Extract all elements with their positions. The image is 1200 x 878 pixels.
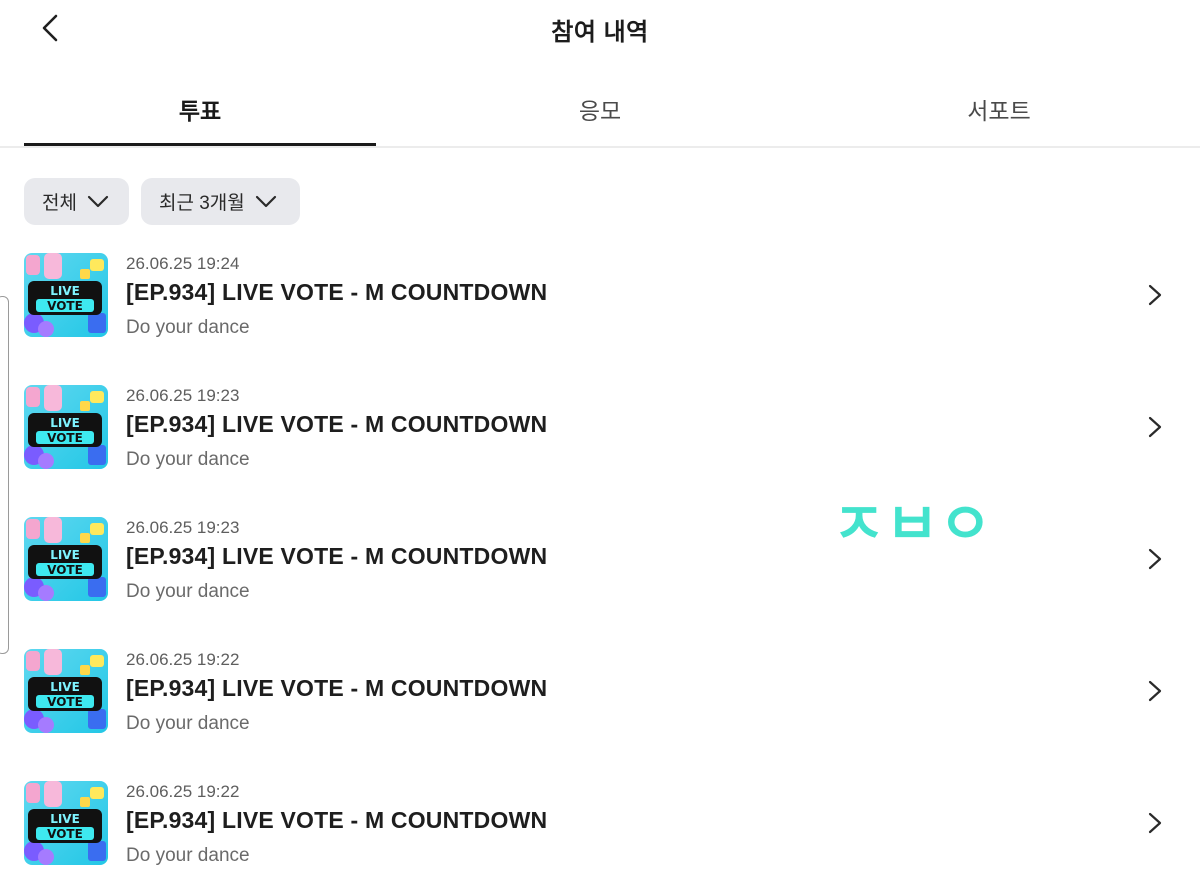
- tab-vote[interactable]: 투표: [24, 92, 376, 126]
- vote-title: [EP.934] LIVE VOTE - M COUNTDOWN: [126, 807, 548, 833]
- tab-apply[interactable]: 응모: [424, 92, 776, 126]
- list-item[interactable]: LIVE VOTE 26.06.25 19:23 [EP.934] LIVE V…: [0, 385, 1200, 495]
- vote-date: 26.06.25 19:22: [126, 650, 240, 669]
- vote-date: 26.06.25 19:24: [126, 254, 240, 273]
- watermark-text: ㅈㅂㅇ: [832, 490, 992, 558]
- vote-title: [EP.934] LIVE VOTE - M COUNTDOWN: [126, 411, 548, 437]
- header-bar: 참여 내역: [0, 0, 1200, 60]
- list-item[interactable]: LIVE VOTE 26.06.25 19:22 [EP.934] LIVE V…: [0, 649, 1200, 759]
- thumb-text: LIVE: [50, 284, 80, 298]
- chevron-right-icon: [1144, 679, 1166, 703]
- vote-thumbnail: LIVE VOTE: [24, 385, 108, 469]
- chevron-down-icon: [87, 195, 109, 209]
- filter-period-label: 최근 3개월: [159, 193, 245, 214]
- thumb-text: VOTE: [47, 431, 83, 445]
- participation-history-page: 참여 내역 투표 응모 서포트 전체 최근 3개월 LIVE VOTE 26.0…: [0, 0, 1200, 878]
- vote-subtitle: Do your dance: [126, 713, 250, 734]
- vote-date: 26.06.25 19:23: [126, 386, 240, 405]
- vote-subtitle: Do your dance: [126, 317, 250, 338]
- chevron-right-icon: [1144, 415, 1166, 439]
- filter-all-label: 전체: [42, 193, 77, 214]
- tab-support[interactable]: 서포트: [823, 92, 1175, 126]
- chevron-right-icon: [1144, 283, 1166, 307]
- vote-date: 26.06.25 19:22: [126, 782, 240, 801]
- vote-thumbnail: LIVE VOTE: [24, 253, 108, 337]
- thumb-text: VOTE: [47, 299, 83, 313]
- vote-title: [EP.934] LIVE VOTE - M COUNTDOWN: [126, 543, 548, 569]
- thumb-text: LIVE: [50, 416, 80, 430]
- vote-subtitle: Do your dance: [126, 845, 250, 866]
- vote-subtitle: Do your dance: [126, 449, 250, 470]
- vote-subtitle: Do your dance: [126, 581, 250, 602]
- watermark-label: ㅈㅂㅇ: [832, 490, 992, 558]
- vote-title: [EP.934] LIVE VOTE - M COUNTDOWN: [126, 279, 548, 305]
- tabs-divider: [0, 146, 1200, 148]
- filter-period-dropdown[interactable]: 최근 3개월: [141, 178, 300, 225]
- list-item[interactable]: LIVE VOTE 26.06.25 19:23 [EP.934] LIVE V…: [0, 517, 1200, 627]
- thumb-text: VOTE: [47, 827, 83, 841]
- list-item[interactable]: LIVE VOTE 26.06.25 19:24 [EP.934] LIVE V…: [0, 253, 1200, 363]
- thumb-text: LIVE: [50, 812, 80, 826]
- page-title: 참여 내역: [551, 19, 649, 46]
- vote-thumbnail: LIVE VOTE: [24, 781, 108, 865]
- thumb-text: VOTE: [47, 695, 83, 709]
- thumb-text: LIVE: [50, 680, 80, 694]
- vote-thumbnail: LIVE VOTE: [24, 649, 108, 733]
- side-panel-handle[interactable]: [0, 296, 9, 654]
- vote-date: 26.06.25 19:23: [126, 518, 240, 537]
- chevron-right-icon: [1144, 547, 1166, 571]
- thumb-text: VOTE: [47, 563, 83, 577]
- vote-thumbnail: LIVE VOTE: [24, 517, 108, 601]
- active-tab-indicator: [24, 143, 376, 146]
- chevron-down-icon: [255, 195, 277, 209]
- list-item[interactable]: LIVE VOTE 26.06.25 19:22 [EP.934] LIVE V…: [0, 781, 1200, 878]
- chevron-right-icon: [1144, 811, 1166, 835]
- thumb-text: LIVE: [50, 548, 80, 562]
- filter-all-dropdown[interactable]: 전체: [24, 178, 129, 225]
- vote-title: [EP.934] LIVE VOTE - M COUNTDOWN: [126, 675, 548, 701]
